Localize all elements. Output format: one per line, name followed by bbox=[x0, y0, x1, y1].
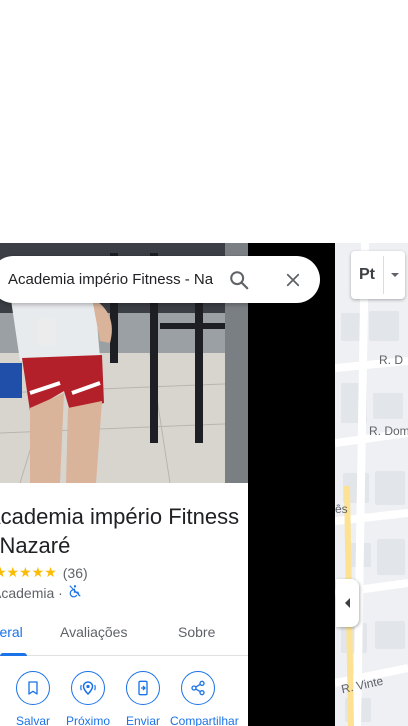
caret-down-icon bbox=[390, 273, 399, 277]
nearby-label: Próximo bbox=[65, 714, 110, 726]
share-button[interactable]: Compartilhar bbox=[170, 671, 239, 726]
nearby-button[interactable]: Próximo bbox=[60, 671, 116, 726]
action-buttons: Salvar Próximo Enviar Compartilhar bbox=[0, 655, 248, 726]
send-button-circle bbox=[126, 671, 160, 705]
close-icon bbox=[286, 273, 300, 287]
nearby-button-circle bbox=[71, 671, 105, 705]
category-row: Academia · bbox=[0, 584, 82, 601]
nearby-icon bbox=[80, 681, 96, 696]
tab-about[interactable]: Sobre bbox=[178, 624, 215, 640]
road-label: rês bbox=[335, 502, 348, 516]
no-wheelchair-icon bbox=[68, 584, 82, 601]
collapse-panel-button[interactable] bbox=[336, 579, 359, 627]
search-button[interactable] bbox=[226, 267, 252, 293]
save-button[interactable]: Salvar bbox=[5, 671, 61, 726]
rating-row[interactable]: ★★★★★ (36) bbox=[0, 564, 88, 581]
send-to-phone-button[interactable]: Enviar bbox=[115, 671, 171, 726]
map-canvas[interactable]: R. D R. Dom rês R. Vinte bbox=[335, 243, 408, 726]
map-graphics bbox=[335, 243, 408, 726]
tab-overview[interactable]: Visão geral bbox=[0, 624, 23, 640]
map-layer-control[interactable]: Pt bbox=[351, 251, 405, 299]
search-icon bbox=[230, 271, 249, 290]
rating-stars: ★★★★★ bbox=[0, 564, 57, 580]
search-box bbox=[0, 256, 320, 303]
send-label: Enviar bbox=[125, 714, 160, 726]
send-to-phone-icon bbox=[138, 680, 148, 696]
share-label: Compartilhar bbox=[170, 714, 239, 726]
road-label: R. D bbox=[379, 353, 403, 367]
close-button[interactable] bbox=[280, 267, 306, 293]
layer-dropdown[interactable] bbox=[384, 270, 405, 280]
road-label: R. Dom bbox=[369, 424, 408, 438]
save-button-circle bbox=[16, 671, 50, 705]
blank-area bbox=[0, 0, 408, 243]
share-button-circle bbox=[181, 671, 215, 705]
chevron-left-icon bbox=[344, 598, 350, 608]
place-panel: Academia império Fitness - Nazaré ★★★★★ … bbox=[0, 243, 248, 726]
map-divider bbox=[248, 243, 335, 726]
place-tabs: Visão geral Avaliações Sobre bbox=[0, 613, 248, 656]
tab-reviews[interactable]: Avaliações bbox=[60, 624, 127, 640]
search-input[interactable] bbox=[8, 256, 214, 303]
save-label: Salvar bbox=[15, 714, 50, 726]
share-icon bbox=[191, 680, 205, 696]
rating-count[interactable]: (36) bbox=[63, 565, 88, 581]
bookmark-icon bbox=[28, 681, 38, 695]
place-category[interactable]: Academia · bbox=[0, 585, 63, 601]
layer-label: Pt bbox=[359, 266, 375, 283]
place-title: Academia império Fitness - Nazaré bbox=[0, 504, 240, 558]
